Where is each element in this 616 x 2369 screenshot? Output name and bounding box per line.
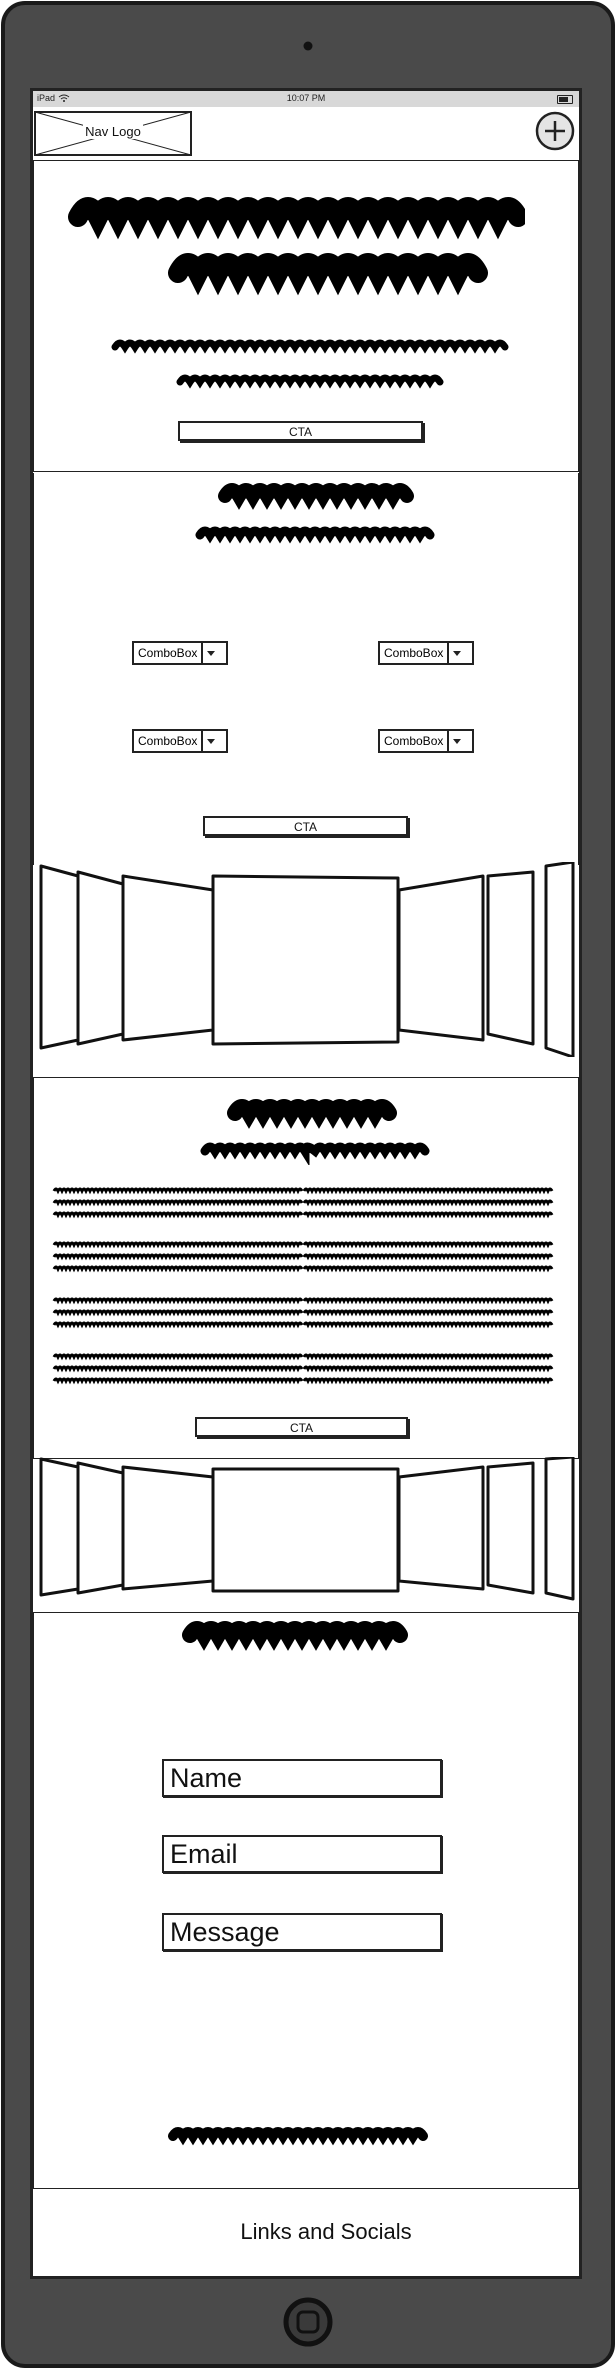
combobox-label: ComboBox xyxy=(384,646,444,660)
filters-cta-button[interactable]: CTA xyxy=(203,816,408,836)
camera-dot-icon xyxy=(303,41,313,51)
hero-heading-scribble xyxy=(68,197,525,296)
combobox-3[interactable]: ComboBox xyxy=(132,729,228,753)
status-time: 10:07 PM xyxy=(286,93,326,103)
chevron-down-icon xyxy=(201,643,219,663)
combobox-4[interactable]: ComboBox xyxy=(378,729,474,753)
name-field[interactable]: Name xyxy=(162,1759,442,1797)
filters-heading-scribble xyxy=(195,483,435,544)
combobox-label: ComboBox xyxy=(138,646,198,660)
message-field[interactable]: Message xyxy=(162,1913,442,1951)
about-heading-scribble xyxy=(200,1099,430,1165)
battery-icon xyxy=(557,95,573,104)
chevron-down-icon xyxy=(447,731,465,751)
nav-logo-label: Nav Logo xyxy=(83,124,143,139)
combobox-1[interactable]: ComboBox xyxy=(132,641,228,665)
combobox-label: ComboBox xyxy=(138,734,198,748)
contact-heading-scribble xyxy=(182,1621,408,1651)
contact-section xyxy=(33,1612,579,2189)
chevron-down-icon xyxy=(201,731,219,751)
about-body-text-scribble xyxy=(52,1187,554,1383)
cover-flow-carousel[interactable] xyxy=(33,862,579,1057)
chevron-down-icon xyxy=(447,643,465,663)
footer-links[interactable]: Links and Socials xyxy=(33,2219,616,2245)
about-cta-button[interactable]: CTA xyxy=(195,1417,408,1437)
cover-flow-carousel[interactable] xyxy=(33,1457,579,1602)
status-bar: iPad 10:07 PM xyxy=(33,91,579,107)
nav-logo[interactable]: Nav Logo xyxy=(34,111,192,156)
hero-cta-button[interactable]: CTA xyxy=(178,421,423,441)
combobox-label: ComboBox xyxy=(384,734,444,748)
home-button-icon xyxy=(283,2297,333,2347)
plus-circle-icon[interactable] xyxy=(535,111,575,151)
email-field[interactable]: Email xyxy=(162,1835,442,1873)
combobox-2[interactable]: ComboBox xyxy=(378,641,474,665)
contact-note-scribble xyxy=(168,2127,428,2146)
hero-subheading-scribble xyxy=(111,339,509,389)
